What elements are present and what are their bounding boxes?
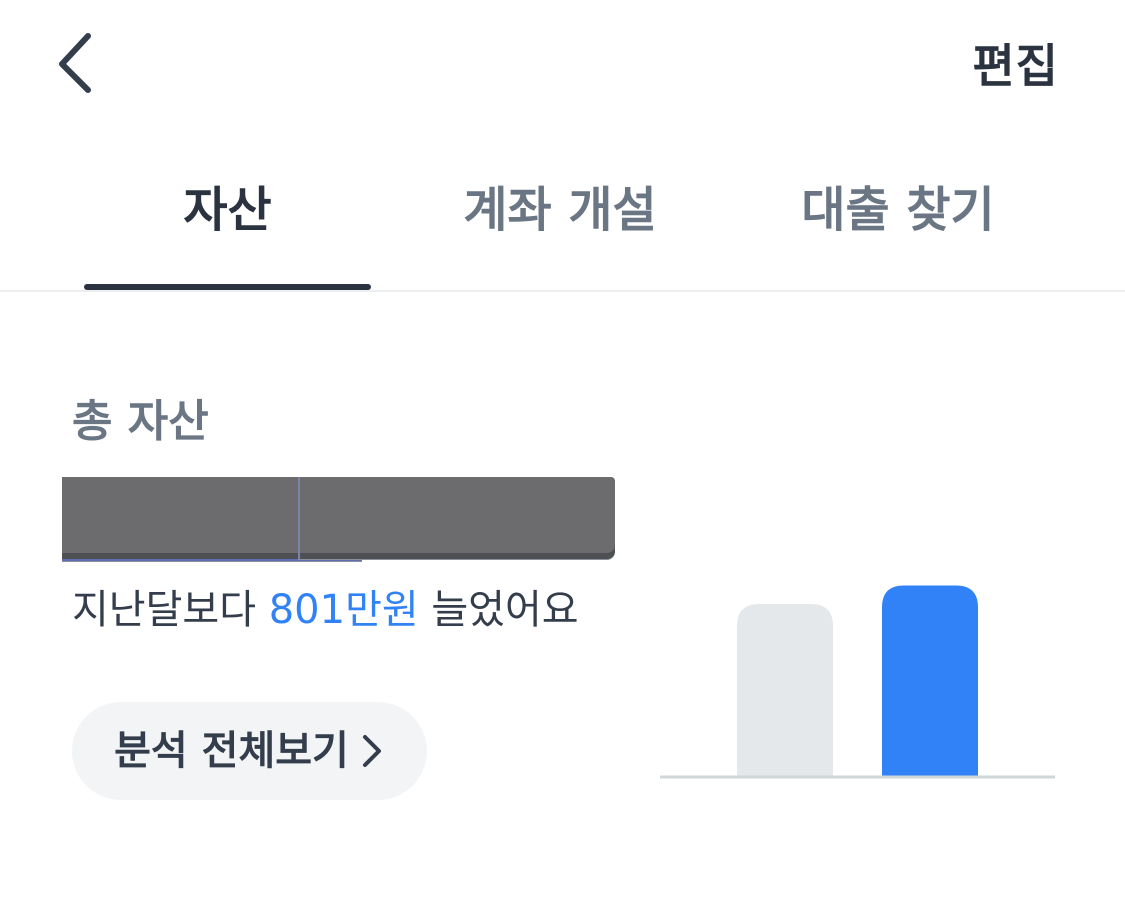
tab-assets[interactable]: 자산 <box>84 178 371 242</box>
asset-comparison-chart <box>660 570 1055 782</box>
active-tab-indicator <box>84 284 371 290</box>
analysis-button-label: 분석 전체보기 <box>114 728 349 774</box>
total-assets-label: 총 자산 <box>72 396 209 447</box>
tab-find-loan[interactable]: 대출 찾기 <box>780 178 1016 242</box>
tab-bar: 자산 계좌 개설 대출 찾기 <box>0 150 1125 292</box>
chart-bar-2 <box>882 585 978 776</box>
back-button[interactable] <box>44 22 114 102</box>
monthly-change-text: 지난달보다 801만원 늘었어요 <box>72 582 579 638</box>
edit-button[interactable]: 편집 <box>972 36 1059 96</box>
change-prefix: 지난달보다 <box>72 587 269 633</box>
chevron-left-icon <box>59 33 91 93</box>
change-amount: 801만원 <box>268 587 419 633</box>
view-full-analysis-button[interactable]: 분석 전체보기 <box>72 702 427 800</box>
chart-bar-1 <box>737 603 833 776</box>
change-suffix: 늘었어요 <box>418 587 579 633</box>
chevron-right-icon <box>359 731 385 771</box>
tab-account-opening[interactable]: 계좌 개설 <box>440 178 680 242</box>
redacted-amount-block <box>298 477 615 559</box>
chart-svg <box>660 585 1055 779</box>
